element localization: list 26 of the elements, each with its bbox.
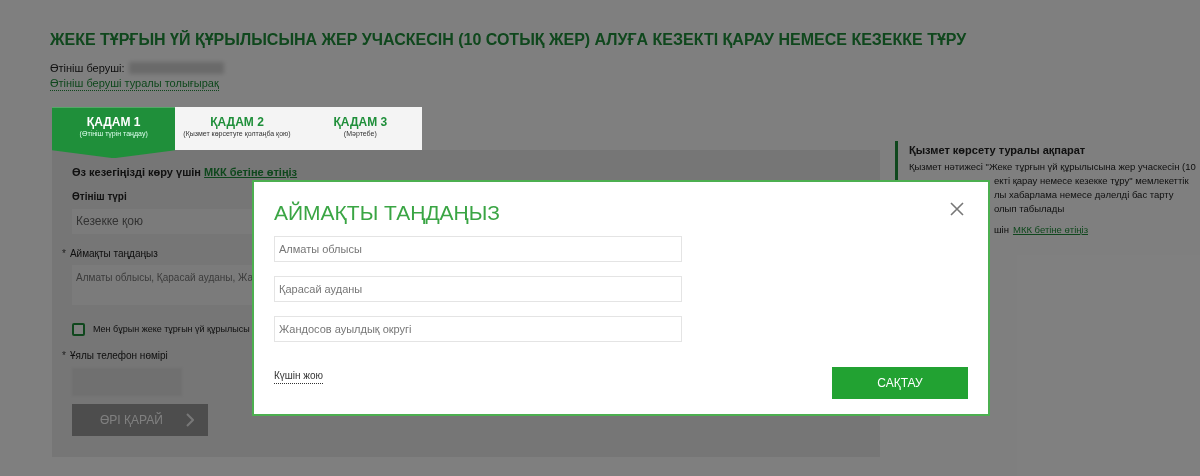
sidebar-text-line: лы хабарлама немесе дәлелді бас тарту [994, 188, 1174, 203]
required-mark: * [62, 349, 66, 364]
sidebar-text-line: екті қарау немесе кезекке тұру" мемлекеттік [994, 174, 1189, 189]
sidebar-text-line: Қызмет нәтижесі "Жеке тұрғын үй құрылысына жер учаскесін (10 [909, 160, 1196, 175]
cancel-link[interactable]: Күшін жою [274, 370, 324, 384]
queue-note: Өз кезегіңізді көру үшін МКК бетіне өтіңіз [72, 165, 299, 181]
sidebar-text: шін [994, 223, 1009, 238]
region-select[interactable]: Алматы облысы [274, 236, 682, 263]
sidebar-link[interactable]: МКК бетіне өтіңіз [1013, 223, 1088, 238]
page-title: ЖЕКЕ ТҰРҒЫН ҮЙ ҚҰРЫЛЫСЫНА ЖЕР УЧАСКЕСІН (10 СОТЫҚ ЖЕР) АЛУҒА КЕЗЕКТІ ҚАРАУ НЕМЕСЕ КЕЗЕККЕ ТҰРУ [50, 30, 968, 50]
region-select[interactable]: Қарасай ауданы [274, 276, 682, 303]
checkbox-label: Мен бұрын жеке тұрғын үй құрылысы [93, 322, 250, 336]
close-icon[interactable] [950, 202, 964, 216]
field-label: Аймақты таңдаңыз [69, 246, 158, 261]
sidebar-title: Қызмет көрсету туралы ақпарат [909, 143, 1087, 158]
dialog-title: АЙМАҚТЫ ТАҢДАҢЫЗ [274, 200, 501, 226]
save-button[interactable]: САҚТАУ [832, 367, 968, 399]
required-mark: * [62, 246, 66, 261]
checkbox[interactable] [72, 323, 85, 336]
sidebar-text-line: олып табылады [994, 202, 1065, 217]
region-select[interactable]: Жандосов ауылдық округі [274, 316, 682, 343]
chevron-icon [186, 413, 194, 428]
applicant-details-link[interactable]: Өтініш беруші туралы толығырақ [50, 76, 219, 92]
applicant-label: Өтініш беруші: [50, 61, 125, 76]
field-label: Өтініш түрі [72, 189, 127, 204]
field-label: Ұялы телефон нөмірі [69, 349, 168, 364]
